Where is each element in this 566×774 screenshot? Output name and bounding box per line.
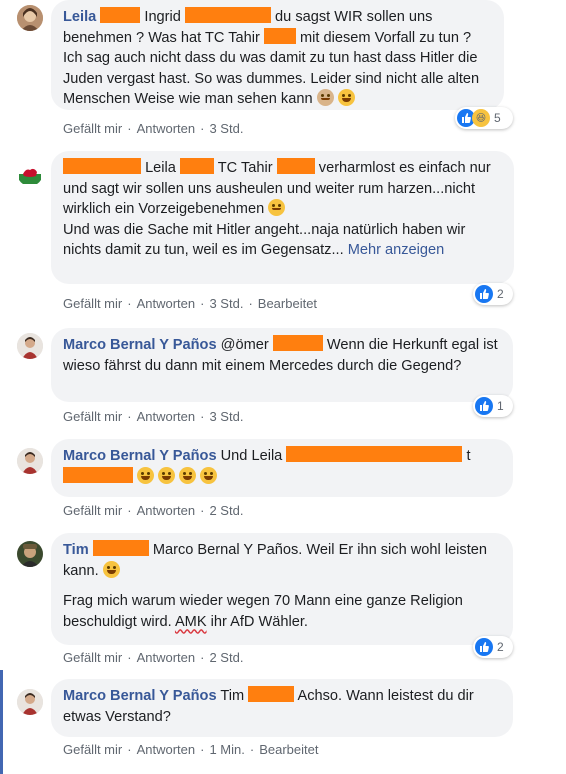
old-person-emoji-icon xyxy=(316,89,334,106)
timestamp[interactable]: 3 Std. xyxy=(209,409,243,424)
comment-bubble: Marco Bernal Y Paños Tim Achso. Wann lei… xyxy=(51,679,513,737)
comment-actions: Gefällt mir · Antworten · 2 Std. xyxy=(63,650,244,665)
haha-icon: 😆 xyxy=(472,109,490,127)
reaction-summary[interactable]: 1 xyxy=(473,395,513,417)
comment-text: t xyxy=(466,448,471,464)
edited-label: Bearbeitet xyxy=(257,296,318,311)
comment-bubble: Marco Bernal Y Paños @ömer Wenn die Herk… xyxy=(51,328,513,402)
redaction xyxy=(92,540,149,556)
avatar[interactable] xyxy=(17,689,43,715)
comment-actions: Gefällt mir · Antworten · 3 Std. xyxy=(63,409,244,424)
like-icon xyxy=(475,638,493,656)
comment-author[interactable]: Marco Bernal Y Paños xyxy=(63,448,217,464)
reply-button[interactable]: Antworten xyxy=(137,503,196,518)
timestamp[interactable]: 3 Std. xyxy=(209,296,243,311)
comment: Marco Bernal Y Paños @ömer Wenn die Herk… xyxy=(0,325,566,435)
redaction xyxy=(63,158,141,174)
avatar[interactable] xyxy=(17,448,43,474)
comment-bubble: Leila Ingrid du sagst WIR sollen uns ben… xyxy=(51,0,504,110)
like-button[interactable]: Gefällt mir xyxy=(63,503,122,518)
like-button[interactable]: Gefällt mir xyxy=(63,742,122,757)
reaction-count: 2 xyxy=(497,287,504,301)
like-icon xyxy=(475,397,493,415)
comment: Leila TC Tahir verharmlost es einfach nu… xyxy=(0,150,566,325)
redaction xyxy=(184,7,271,23)
timestamp[interactable]: 3 Std. xyxy=(209,121,243,136)
timestamp[interactable]: 1 Min. xyxy=(209,742,244,757)
comment-bubble: Leila TC Tahir verharmlost es einfach nu… xyxy=(51,151,514,284)
comment: Leila Ingrid du sagst WIR sollen uns ben… xyxy=(0,0,566,150)
comment-actions: Gefällt mir · Antworten · 3 Std. xyxy=(63,121,244,136)
grinning-squinting-face-emoji-icon xyxy=(158,466,176,484)
redaction xyxy=(276,158,315,174)
winking-face-emoji-icon xyxy=(337,89,355,106)
like-button[interactable]: Gefällt mir xyxy=(63,121,122,136)
comment-bubble: Tim Marco Bernal Y Paños. Weil Er ihn si… xyxy=(51,533,513,645)
timestamp[interactable]: 2 Std. xyxy=(209,503,243,518)
like-icon xyxy=(475,285,493,303)
comment: Tim Marco Bernal Y Paños. Weil Er ihn si… xyxy=(0,530,566,670)
reaction-summary[interactable]: 2 xyxy=(473,283,513,305)
avatar[interactable] xyxy=(17,160,43,186)
timestamp[interactable]: 2 Std. xyxy=(209,650,243,665)
redaction xyxy=(263,27,296,44)
comment-actions: Gefällt mir · Antworten · 3 Std. · Bearbeitet xyxy=(63,296,318,311)
like-button[interactable]: Gefällt mir xyxy=(63,650,122,665)
see-more-link[interactable]: Mehr anzeigen xyxy=(348,242,445,258)
redaction xyxy=(286,446,463,462)
grinning-squinting-face-emoji-icon xyxy=(102,560,120,578)
reply-button[interactable]: Antworten xyxy=(137,742,196,757)
comment-actions: Gefällt mir · Antworten · 1 Min. · Bearbeitet xyxy=(63,742,319,757)
redaction xyxy=(63,466,133,483)
reply-button[interactable]: Antworten xyxy=(137,296,196,311)
comment-text: Und Leila xyxy=(220,448,283,464)
comment-author[interactable]: Marco Bernal Y Paños xyxy=(63,337,217,353)
comment-text: TC Tahir xyxy=(217,160,273,176)
redaction xyxy=(248,686,295,702)
comment-bubble: Marco Bernal Y Paños Und Leila t xyxy=(51,439,513,497)
avatar[interactable] xyxy=(17,333,43,359)
reply-button[interactable]: Antworten xyxy=(137,121,196,136)
comment-text: Tim xyxy=(220,688,245,704)
redaction xyxy=(100,7,141,23)
comment-text: @ömer xyxy=(220,337,269,353)
grinning-squinting-face-emoji-icon xyxy=(137,466,155,484)
redaction xyxy=(272,335,323,351)
comment-text: ihr AfD Wähler. xyxy=(210,613,308,630)
redaction xyxy=(179,158,214,174)
avatar[interactable] xyxy=(17,5,43,31)
like-button[interactable]: Gefällt mir xyxy=(63,409,122,424)
comment-actions: Gefällt mir · Antworten · 2 Std. xyxy=(63,503,244,518)
avatar[interactable] xyxy=(17,541,43,567)
reply-button[interactable]: Antworten xyxy=(137,650,196,665)
grinning-squinting-face-emoji-icon xyxy=(179,466,197,484)
comment-author[interactable]: Leila xyxy=(63,9,96,25)
reaction-summary[interactable]: 2 xyxy=(473,636,513,658)
reply-button[interactable]: Antworten xyxy=(137,409,196,424)
comment: Marco Bernal Y Paños Und Leila t Gefällt… xyxy=(0,435,566,530)
edited-label: Bearbeitet xyxy=(259,742,319,757)
smirking-face-emoji-icon xyxy=(268,199,286,216)
comment-author[interactable]: Tim xyxy=(63,542,89,558)
like-button[interactable]: Gefällt mir xyxy=(63,296,122,311)
grinning-squinting-face-emoji-icon xyxy=(200,466,218,484)
reaction-count: 2 xyxy=(497,640,504,654)
reaction-count: 5 xyxy=(494,111,501,125)
comment-text: Leila xyxy=(145,160,176,176)
misspelled-word: AMK xyxy=(174,613,207,630)
comment: Marco Bernal Y Paños Tim Achso. Wann lei… xyxy=(0,670,566,774)
reaction-count: 1 xyxy=(497,399,504,413)
comment-author[interactable]: Marco Bernal Y Paños xyxy=(63,688,217,704)
comment-text: Ingrid xyxy=(144,9,181,25)
reaction-summary[interactable]: 😆 5 xyxy=(455,107,513,129)
